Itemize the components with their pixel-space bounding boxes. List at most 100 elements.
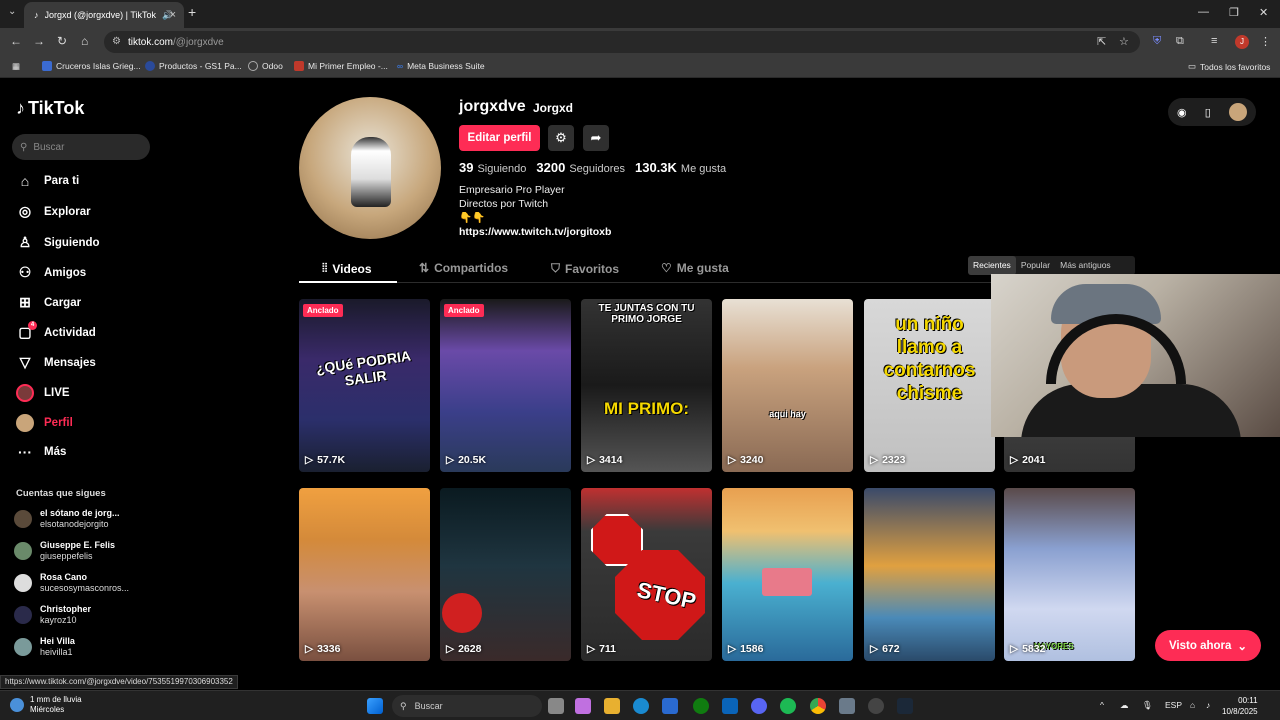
- taskbar-search[interactable]: ⚲ Buscar: [392, 695, 542, 717]
- video-thumbnail[interactable]: TE JUNTAS CON TU PRIMO JORGE MI PRIMO: ▷…: [581, 299, 712, 472]
- watched-now-button[interactable]: Visto ahora ⌄: [1155, 630, 1261, 661]
- steam-icon[interactable]: [897, 698, 913, 714]
- tray-chevron-icon[interactable]: ^: [1100, 700, 1104, 710]
- close-window-icon[interactable]: ✕: [1259, 6, 1268, 19]
- tab-videos[interactable]: ⦙⦙ Videos: [322, 261, 372, 276]
- video-thumbnail[interactable]: un niño llamo a contarnos chisme ▷ 2323: [864, 299, 995, 472]
- file-explorer-icon[interactable]: [604, 698, 620, 714]
- minimize-icon[interactable]: —: [1198, 6, 1209, 18]
- share-button[interactable]: ➦: [583, 125, 609, 151]
- sort-mas-antiguos[interactable]: Más antiguos: [1055, 256, 1116, 275]
- browser-tab[interactable]: ♪ Jorgxd (@jorgxdve) | TikTok 🔊 ×: [24, 2, 184, 28]
- chrome-icon[interactable]: [810, 698, 826, 714]
- menu-kebab-icon[interactable]: ⋮: [1260, 35, 1271, 48]
- weather-widget[interactable]: 1 mm de lluvia Miércoles: [10, 695, 82, 715]
- user-avatar[interactable]: [1228, 103, 1247, 121]
- tab-search-icon[interactable]: ⌄: [8, 6, 16, 17]
- nav-mensajes[interactable]: ▽ Mensajes: [16, 354, 96, 371]
- all-favorites-folder[interactable]: ▭ Todos los favoritos: [1188, 61, 1270, 72]
- tiktok-logo[interactable]: ♪ TikTok: [16, 98, 84, 119]
- edit-profile-button[interactable]: Editar perfil: [459, 125, 540, 151]
- tab-compartidos[interactable]: ⇅ Compartidos: [419, 261, 508, 275]
- video-thumbnail[interactable]: ▷ 2628: [440, 488, 571, 661]
- obs-icon[interactable]: [868, 698, 884, 714]
- followers-stat[interactable]: 3200 Seguidores: [536, 160, 625, 175]
- outlook-icon[interactable]: [722, 698, 738, 714]
- profile-tabs: ⦙⦙ Videos ⇅ Compartidos ⛉ Favoritos ♡ Me gus…: [299, 255, 999, 283]
- xbox-icon[interactable]: [693, 698, 709, 714]
- video-thumbnail[interactable]: ▷ 3336: [299, 488, 430, 661]
- close-tab-icon[interactable]: ×: [170, 9, 176, 21]
- following-account[interactable]: el sótano de jorg... elsotanodejorgito: [14, 508, 120, 530]
- nav-amigos[interactable]: ⚇ Amigos: [16, 264, 86, 281]
- language-indicator[interactable]: ESP: [1165, 700, 1182, 710]
- video-thumbnail[interactable]: ▷ 1586: [722, 488, 853, 661]
- video-thumbnail[interactable]: Anclado ¿QUé PODRIA SALIR ▷ 57.7K: [299, 299, 430, 472]
- following-account[interactable]: Rosa Cano sucesosymasconros...: [14, 572, 129, 594]
- volume-icon[interactable]: ♪: [1206, 700, 1210, 710]
- clock[interactable]: 00:11 10/8/2025: [1222, 695, 1258, 717]
- avatar: [14, 510, 32, 528]
- bookmark-item[interactable]: Productos - GS1 Pa...: [145, 61, 242, 71]
- nav-live[interactable]: LIVE: [16, 384, 70, 402]
- search-input[interactable]: ⚲ Buscar: [12, 134, 150, 160]
- bookmark-item[interactable]: ∞ Meta Business Suite: [397, 61, 485, 71]
- tab-me-gusta[interactable]: ♡ Me gusta: [661, 261, 729, 275]
- profile-link[interactable]: https://www.twitch.tv/jorgitoxb: [459, 226, 611, 238]
- nav-para-ti[interactable]: ⌂ Para ti: [16, 173, 79, 189]
- discord-icon[interactable]: [751, 698, 767, 714]
- microphone-icon[interactable]: 🎙: [1142, 700, 1153, 711]
- spotify-icon[interactable]: [780, 698, 796, 714]
- bookmark-item[interactable]: Odoo: [248, 61, 283, 71]
- nav-mas[interactable]: ··· Más: [16, 444, 66, 460]
- bookmark-item[interactable]: Cruceros Islas Grieg...: [42, 61, 141, 71]
- onedrive-icon[interactable]: ☁: [1120, 700, 1129, 711]
- nav-siguiendo[interactable]: ♙ Siguiendo: [16, 234, 100, 251]
- back-icon[interactable]: ←: [10, 34, 22, 48]
- coins-icon[interactable]: ◉: [1177, 106, 1187, 119]
- following-stat[interactable]: 39 Siguiendo: [459, 160, 526, 175]
- reload-icon[interactable]: ↻: [57, 34, 67, 48]
- store-icon[interactable]: [662, 698, 678, 714]
- nav-explorar[interactable]: ◎ Explorar: [16, 203, 91, 220]
- forward-icon[interactable]: →: [33, 34, 45, 48]
- sort-popular[interactable]: Popular: [1016, 256, 1055, 275]
- open-in-app-icon[interactable]: ⇱: [1097, 35, 1106, 48]
- extension-shield-icon[interactable]: ⛨: [1153, 35, 1161, 48]
- profile-avatar[interactable]: [299, 97, 441, 239]
- task-view-icon[interactable]: [548, 698, 564, 714]
- tab-favoritos[interactable]: ⛉ Favoritos: [551, 261, 619, 276]
- settings-button[interactable]: ⚙: [548, 125, 574, 151]
- video-thumbnail[interactable]: aqui hay ▷ 3240: [722, 299, 853, 472]
- site-info-icon[interactable]: ⚙: [112, 36, 121, 47]
- video-thumbnail[interactable]: Anclado ▷ 20.5K: [440, 299, 571, 472]
- video-thumbnail[interactable]: STOP ▷ 711: [581, 488, 712, 661]
- share-icon: ➦: [590, 130, 602, 145]
- following-account[interactable]: Hei Villa heivilla1: [14, 636, 75, 658]
- settings-app-icon[interactable]: [839, 698, 855, 714]
- apps-grid-icon[interactable]: ▦: [12, 61, 20, 72]
- nav-perfil[interactable]: Perfil: [16, 414, 73, 432]
- bookmark-star-icon[interactable]: ☆: [1119, 35, 1129, 48]
- restore-icon[interactable]: ❐: [1229, 6, 1239, 19]
- new-tab-button[interactable]: +: [188, 4, 196, 20]
- video-thumbnail[interactable]: ▷ 672: [864, 488, 995, 661]
- media-control-icon[interactable]: ≡: [1211, 35, 1217, 47]
- address-bar[interactable]: ⚙ tiktok.com/@jorgxdve: [104, 31, 1140, 53]
- home-browser-icon[interactable]: ⌂: [81, 34, 88, 48]
- following-account[interactable]: Giuseppe E. Felis giuseppefelis: [14, 540, 115, 562]
- extensions-icon[interactable]: ⧉: [1176, 35, 1184, 48]
- following-account[interactable]: Christopher kayroz10: [14, 604, 91, 626]
- bookmark-item[interactable]: Mi Primer Empleo -...: [294, 61, 388, 71]
- network-icon[interactable]: ⌂: [1190, 700, 1195, 710]
- nav-label: Cargar: [44, 296, 82, 309]
- edge-icon[interactable]: [633, 698, 649, 714]
- sort-recientes[interactable]: Recientes: [968, 256, 1016, 275]
- copilot-icon[interactable]: [575, 698, 591, 714]
- device-icon[interactable]: ▯: [1205, 106, 1211, 119]
- windows-start-icon[interactable]: [367, 698, 383, 714]
- profile-avatar-icon[interactable]: J: [1235, 35, 1249, 49]
- video-thumbnail[interactable]: MAYORES ▷ 5832: [1004, 488, 1135, 661]
- nav-cargar[interactable]: ⊞ Cargar: [16, 294, 81, 311]
- nav-actividad[interactable]: ▢ 4 Actividad: [16, 321, 96, 341]
